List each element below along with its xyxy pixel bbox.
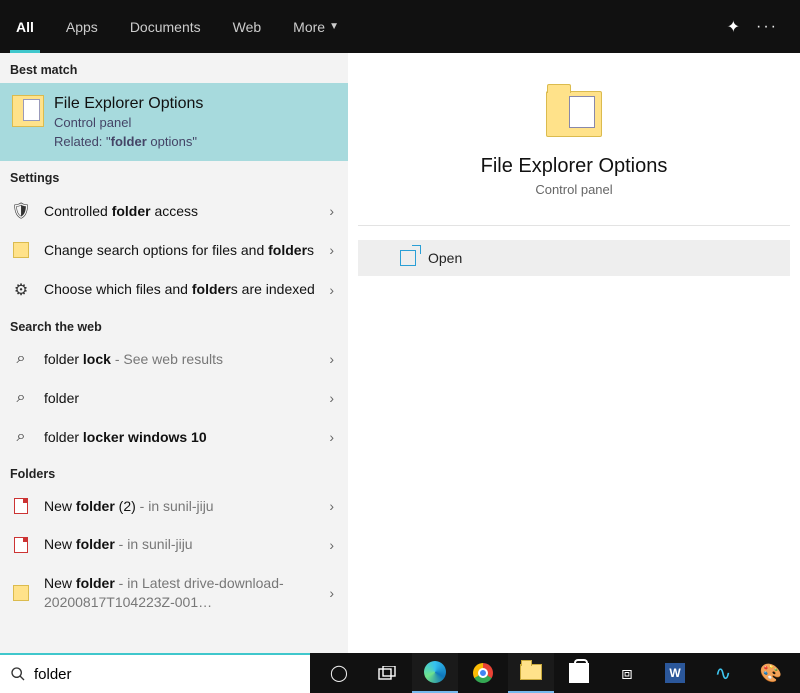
file-explorer-options-icon: [12, 95, 44, 127]
action-open-label: Open: [428, 250, 462, 266]
tab-web[interactable]: Web: [217, 0, 278, 53]
taskbar-edge[interactable]: [412, 653, 458, 693]
settings-item-change-search-options[interactable]: Change search options for files and fold…: [0, 231, 348, 270]
folder-icon: [10, 242, 32, 258]
chevron-right-icon: ›: [329, 242, 338, 258]
section-search-web: Search the web: [0, 310, 348, 340]
folder-item-2[interactable]: New folder - in Latest drive-download-20…: [0, 564, 348, 622]
chevron-down-icon: ▼: [329, 21, 339, 32]
search-box[interactable]: [0, 653, 310, 693]
preview-pane: File Explorer Options Control panel Open: [348, 53, 800, 653]
chevron-right-icon: ›: [329, 203, 338, 219]
best-match-result[interactable]: File Explorer Options Control panel Rela…: [0, 83, 348, 161]
search-icon: [10, 666, 26, 682]
best-match-related: Related: "folder options": [54, 134, 203, 149]
chevron-right-icon: ›: [329, 585, 338, 601]
web-item-folder-locker[interactable]: ⌕ folder locker windows 10 ›: [0, 418, 348, 457]
section-settings: Settings: [0, 161, 348, 191]
best-match-subtitle: Control panel: [54, 115, 203, 130]
preview-subtitle: Control panel: [535, 182, 612, 197]
folder-icon: [10, 585, 32, 601]
search-input[interactable]: [34, 666, 300, 683]
section-folders: Folders: [0, 457, 348, 487]
settings-item-indexing[interactable]: ⚙ Choose which files and folders are ind…: [0, 270, 348, 310]
chevron-right-icon: ›: [329, 498, 338, 514]
taskbar-paint[interactable]: 🎨: [748, 653, 794, 693]
shield-icon: 🛡: [10, 201, 32, 221]
action-open[interactable]: Open: [358, 240, 790, 276]
chevron-right-icon: ›: [329, 282, 338, 298]
document-icon: [10, 498, 32, 514]
taskbar-cortana[interactable]: ◯: [316, 653, 362, 693]
divider: [358, 225, 790, 226]
feedback-icon[interactable]: ✦: [727, 17, 740, 37]
settings-item-controlled-folder[interactable]: 🛡 Controlled folder access ›: [0, 191, 348, 231]
taskbar-store[interactable]: [556, 653, 602, 693]
gear-icon: ⚙: [10, 280, 32, 300]
folder-item-1[interactable]: New folder - in sunil-jiju ›: [0, 525, 348, 564]
best-match-title: File Explorer Options: [54, 95, 203, 113]
taskbar-file-explorer[interactable]: [508, 653, 554, 693]
section-best-match: Best match: [0, 53, 348, 83]
preview-title: File Explorer Options: [481, 155, 668, 178]
chevron-right-icon: ›: [329, 429, 338, 445]
taskbar-chrome[interactable]: [460, 653, 506, 693]
tab-documents[interactable]: Documents: [114, 0, 217, 53]
tab-apps[interactable]: Apps: [50, 0, 114, 53]
open-icon: [400, 250, 416, 266]
search-results-pane: Best match File Explorer Options Control…: [0, 53, 348, 653]
taskbar-app-lightning[interactable]: ∿: [700, 653, 746, 693]
folder-item-0[interactable]: New folder (2) - in sunil-jiju ›: [0, 487, 348, 526]
taskbar-taskview[interactable]: [364, 653, 410, 693]
web-item-folder-lock[interactable]: ⌕ folder lock - See web results ›: [0, 340, 348, 379]
search-icon: ⌕: [10, 428, 32, 446]
search-icon: ⌕: [10, 389, 32, 407]
document-icon: [10, 537, 32, 553]
chevron-right-icon: ›: [329, 351, 338, 367]
chevron-right-icon: ›: [329, 390, 338, 406]
taskbar: ◯ ⧈ W ∿ 🎨: [310, 653, 800, 693]
taskbar-dropbox[interactable]: ⧈: [604, 653, 650, 693]
tab-more[interactable]: More▼: [277, 0, 355, 53]
web-item-folder[interactable]: ⌕ folder ›: [0, 379, 348, 418]
search-top-tabs: All Apps Documents Web More▼ ✦ ···: [0, 0, 800, 53]
file-explorer-options-large-icon: [546, 91, 602, 137]
chevron-right-icon: ›: [329, 537, 338, 553]
more-options-icon[interactable]: ···: [756, 18, 778, 36]
taskbar-word[interactable]: W: [652, 653, 698, 693]
tab-all[interactable]: All: [0, 0, 50, 53]
search-icon: ⌕: [10, 350, 32, 368]
